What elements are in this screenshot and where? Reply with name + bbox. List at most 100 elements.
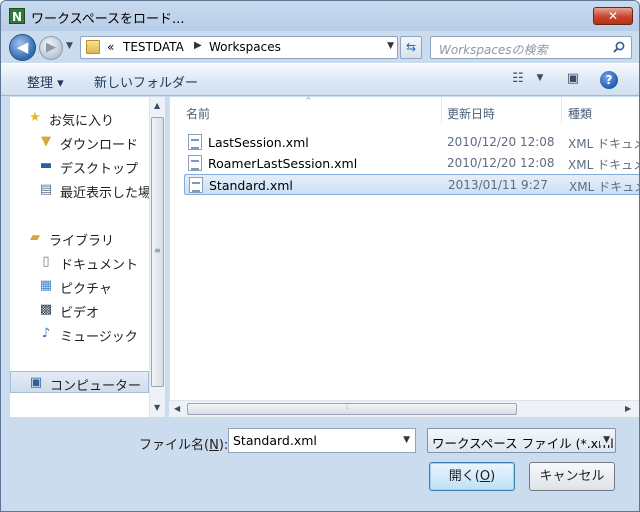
- refresh-button[interactable]: ⇆: [400, 36, 422, 59]
- column-name[interactable]: 名前: [186, 105, 210, 131]
- open-button[interactable]: 開く(O): [429, 462, 515, 491]
- command-bar: 整理 ▾ 新しいフォルダー ☷ ▼ ▣ ?: [1, 63, 639, 96]
- desktop-icon: ▬: [39, 158, 53, 173]
- view-options-icon[interactable]: ☷: [509, 71, 527, 87]
- address-row: ◀ ▶ ▼ « TESTDATA ▶ Workspaces ▼ ⇆ Worksp…: [1, 31, 639, 63]
- nav-documents-label: ドキュメント: [60, 258, 139, 273]
- filename-label-end: ):: [218, 438, 229, 453]
- nav-videos-label: ビデオ: [60, 306, 100, 321]
- recent-pages-dropdown[interactable]: ▼: [66, 41, 73, 51]
- cancel-button[interactable]: キャンセル: [529, 462, 615, 491]
- downloads-folder-icon: ▼: [41, 134, 51, 149]
- music-icon: ♪: [41, 326, 51, 341]
- file-date: 2013/01/11 9:27: [448, 178, 548, 192]
- filename-label-text: ファイル名(: [139, 438, 210, 453]
- nav-favorites[interactable]: ★ お気に入り: [10, 107, 150, 129]
- search-icon: [613, 41, 625, 53]
- file-name: RoamerLastSession.xml: [208, 156, 358, 171]
- nav-music[interactable]: ♪ ミュージック: [10, 323, 150, 345]
- nav-scrollbar[interactable]: ▲ ≡ ▼: [149, 97, 165, 417]
- column-divider[interactable]: [561, 97, 562, 123]
- nav-computer-label: コンピューター: [50, 379, 142, 394]
- breadcrumb-separator-icon[interactable]: ▶: [194, 40, 202, 51]
- documents-icon: ▯: [42, 254, 50, 269]
- breadcrumb-testdata[interactable]: TESTDATA: [123, 40, 184, 54]
- filename-access-key: N: [209, 438, 219, 453]
- xml-file-icon: [188, 155, 202, 171]
- folder-icon: [86, 40, 100, 54]
- sort-ascending-icon: ^: [305, 96, 312, 105]
- nav-libraries[interactable]: ▰ ライブラリ: [10, 227, 150, 249]
- file-type: XML ドキュメント: [569, 180, 639, 194]
- column-divider[interactable]: [441, 97, 442, 123]
- forward-button[interactable]: ▶: [39, 36, 63, 60]
- nav-music-label: ミュージック: [60, 330, 138, 345]
- file-type: XML ドキュメント: [568, 158, 639, 172]
- load-workspace-dialog: N ワークスペースをロード... ✕ ◀ ▶ ▼ « TESTDATA ▶ Wo…: [0, 0, 640, 512]
- filename-input[interactable]: Standard.xml: [233, 433, 317, 448]
- nav-pictures[interactable]: ▦ ピクチャ: [10, 275, 150, 297]
- preview-pane-icon[interactable]: ▣: [564, 71, 582, 87]
- breadcrumb-workspaces[interactable]: Workspaces: [209, 40, 281, 54]
- xml-file-icon: [189, 177, 203, 193]
- address-dropdown-icon[interactable]: ▼: [387, 41, 394, 51]
- horizontal-scroll-thumb[interactable]: ⦙: [187, 402, 517, 415]
- breadcrumb[interactable]: « TESTDATA ▶ Workspaces ▼: [80, 36, 398, 59]
- file-type-filter[interactable]: ワークスペース ファイル (*.xml) ▼: [427, 428, 616, 453]
- nav-downloads-label: ダウンロード: [60, 138, 139, 153]
- scroll-down-icon[interactable]: ▼: [154, 403, 160, 412]
- nav-desktop-label: デスクトップ: [60, 162, 139, 177]
- file-row[interactable]: RoamerLastSession.xml 2010/12/20 12:08 X…: [184, 153, 639, 174]
- file-name: Standard.xml: [209, 178, 293, 193]
- view-dropdown-icon[interactable]: ▼: [531, 73, 549, 89]
- scroll-right-icon[interactable]: ▶: [625, 404, 631, 413]
- scroll-left-icon[interactable]: ◀: [174, 404, 180, 413]
- breadcrumb-overflow[interactable]: «: [107, 40, 114, 54]
- navigation-pane: ★ お気に入り ▼ ダウンロード ▬ デスクトップ ▤ 最近表示した場所 ▰ ラ…: [10, 97, 165, 417]
- nav-downloads[interactable]: ▼ ダウンロード: [10, 131, 150, 153]
- grip-icon: ⦙: [346, 402, 349, 412]
- search-input[interactable]: Workspacesの検索: [430, 36, 632, 59]
- nav-computer[interactable]: ▣ コンピューター: [10, 371, 149, 394]
- horizontal-scrollbar[interactable]: ◀ ⦙ ▶: [169, 400, 639, 417]
- nav-scroll-thumb[interactable]: ≡: [151, 117, 164, 387]
- search-placeholder: Workspacesの検索: [439, 43, 548, 57]
- recent-places-icon: ▤: [39, 182, 53, 197]
- app-icon: N: [9, 8, 25, 24]
- window-title: ワークスペースをロード...: [31, 12, 185, 27]
- nav-pictures-label: ピクチャ: [60, 282, 112, 297]
- filename-combobox[interactable]: Standard.xml ▼: [228, 428, 416, 453]
- xml-file-icon: [188, 134, 202, 150]
- scroll-up-icon[interactable]: ▲: [154, 101, 160, 110]
- close-button[interactable]: ✕: [593, 7, 633, 25]
- nav-videos[interactable]: ▩ ビデオ: [10, 299, 150, 321]
- computer-icon: ▣: [29, 375, 43, 390]
- nav-libraries-label: ライブラリ: [49, 234, 115, 249]
- column-type[interactable]: 種類: [568, 105, 592, 131]
- libraries-icon: ▰: [30, 230, 40, 245]
- dialog-footer: ファイル名(N): Standard.xml ▼ ワークスペース ファイル (*…: [1, 418, 639, 511]
- back-arrow-icon: ◀: [16, 38, 29, 56]
- organize-button[interactable]: 整理 ▾: [27, 72, 64, 91]
- pictures-icon: ▦: [39, 278, 53, 293]
- forward-arrow-icon: ▶: [46, 40, 56, 55]
- open-label-end: ): [490, 469, 496, 484]
- file-type-filter-value: ワークスペース ファイル (*.xml): [432, 436, 616, 451]
- file-row-selected[interactable]: Standard.xml 2013/01/11 9:27 XML ドキュメント: [184, 174, 639, 195]
- nav-recent-places[interactable]: ▤ 最近表示した場所: [10, 179, 164, 201]
- column-date[interactable]: 更新日時: [447, 105, 495, 131]
- star-icon: ★: [29, 110, 41, 125]
- nav-documents[interactable]: ▯ ドキュメント: [10, 251, 150, 273]
- new-folder-button[interactable]: 新しいフォルダー: [94, 72, 198, 91]
- chevron-down-icon[interactable]: ▼: [403, 435, 410, 445]
- open-label: 開く(: [448, 469, 480, 484]
- file-row[interactable]: LastSession.xml 2010/12/20 12:08 XML ドキュ…: [184, 132, 639, 153]
- help-icon[interactable]: ?: [600, 71, 618, 89]
- nav-favorites-label: お気に入り: [49, 114, 115, 129]
- back-button[interactable]: ◀: [9, 34, 36, 61]
- grip-icon: ≡: [154, 246, 161, 255]
- nav-desktop[interactable]: ▬ デスクトップ: [10, 155, 150, 177]
- file-date: 2010/12/20 12:08: [447, 135, 555, 149]
- chevron-down-icon[interactable]: ▼: [600, 435, 610, 445]
- open-access-key: O: [479, 469, 491, 484]
